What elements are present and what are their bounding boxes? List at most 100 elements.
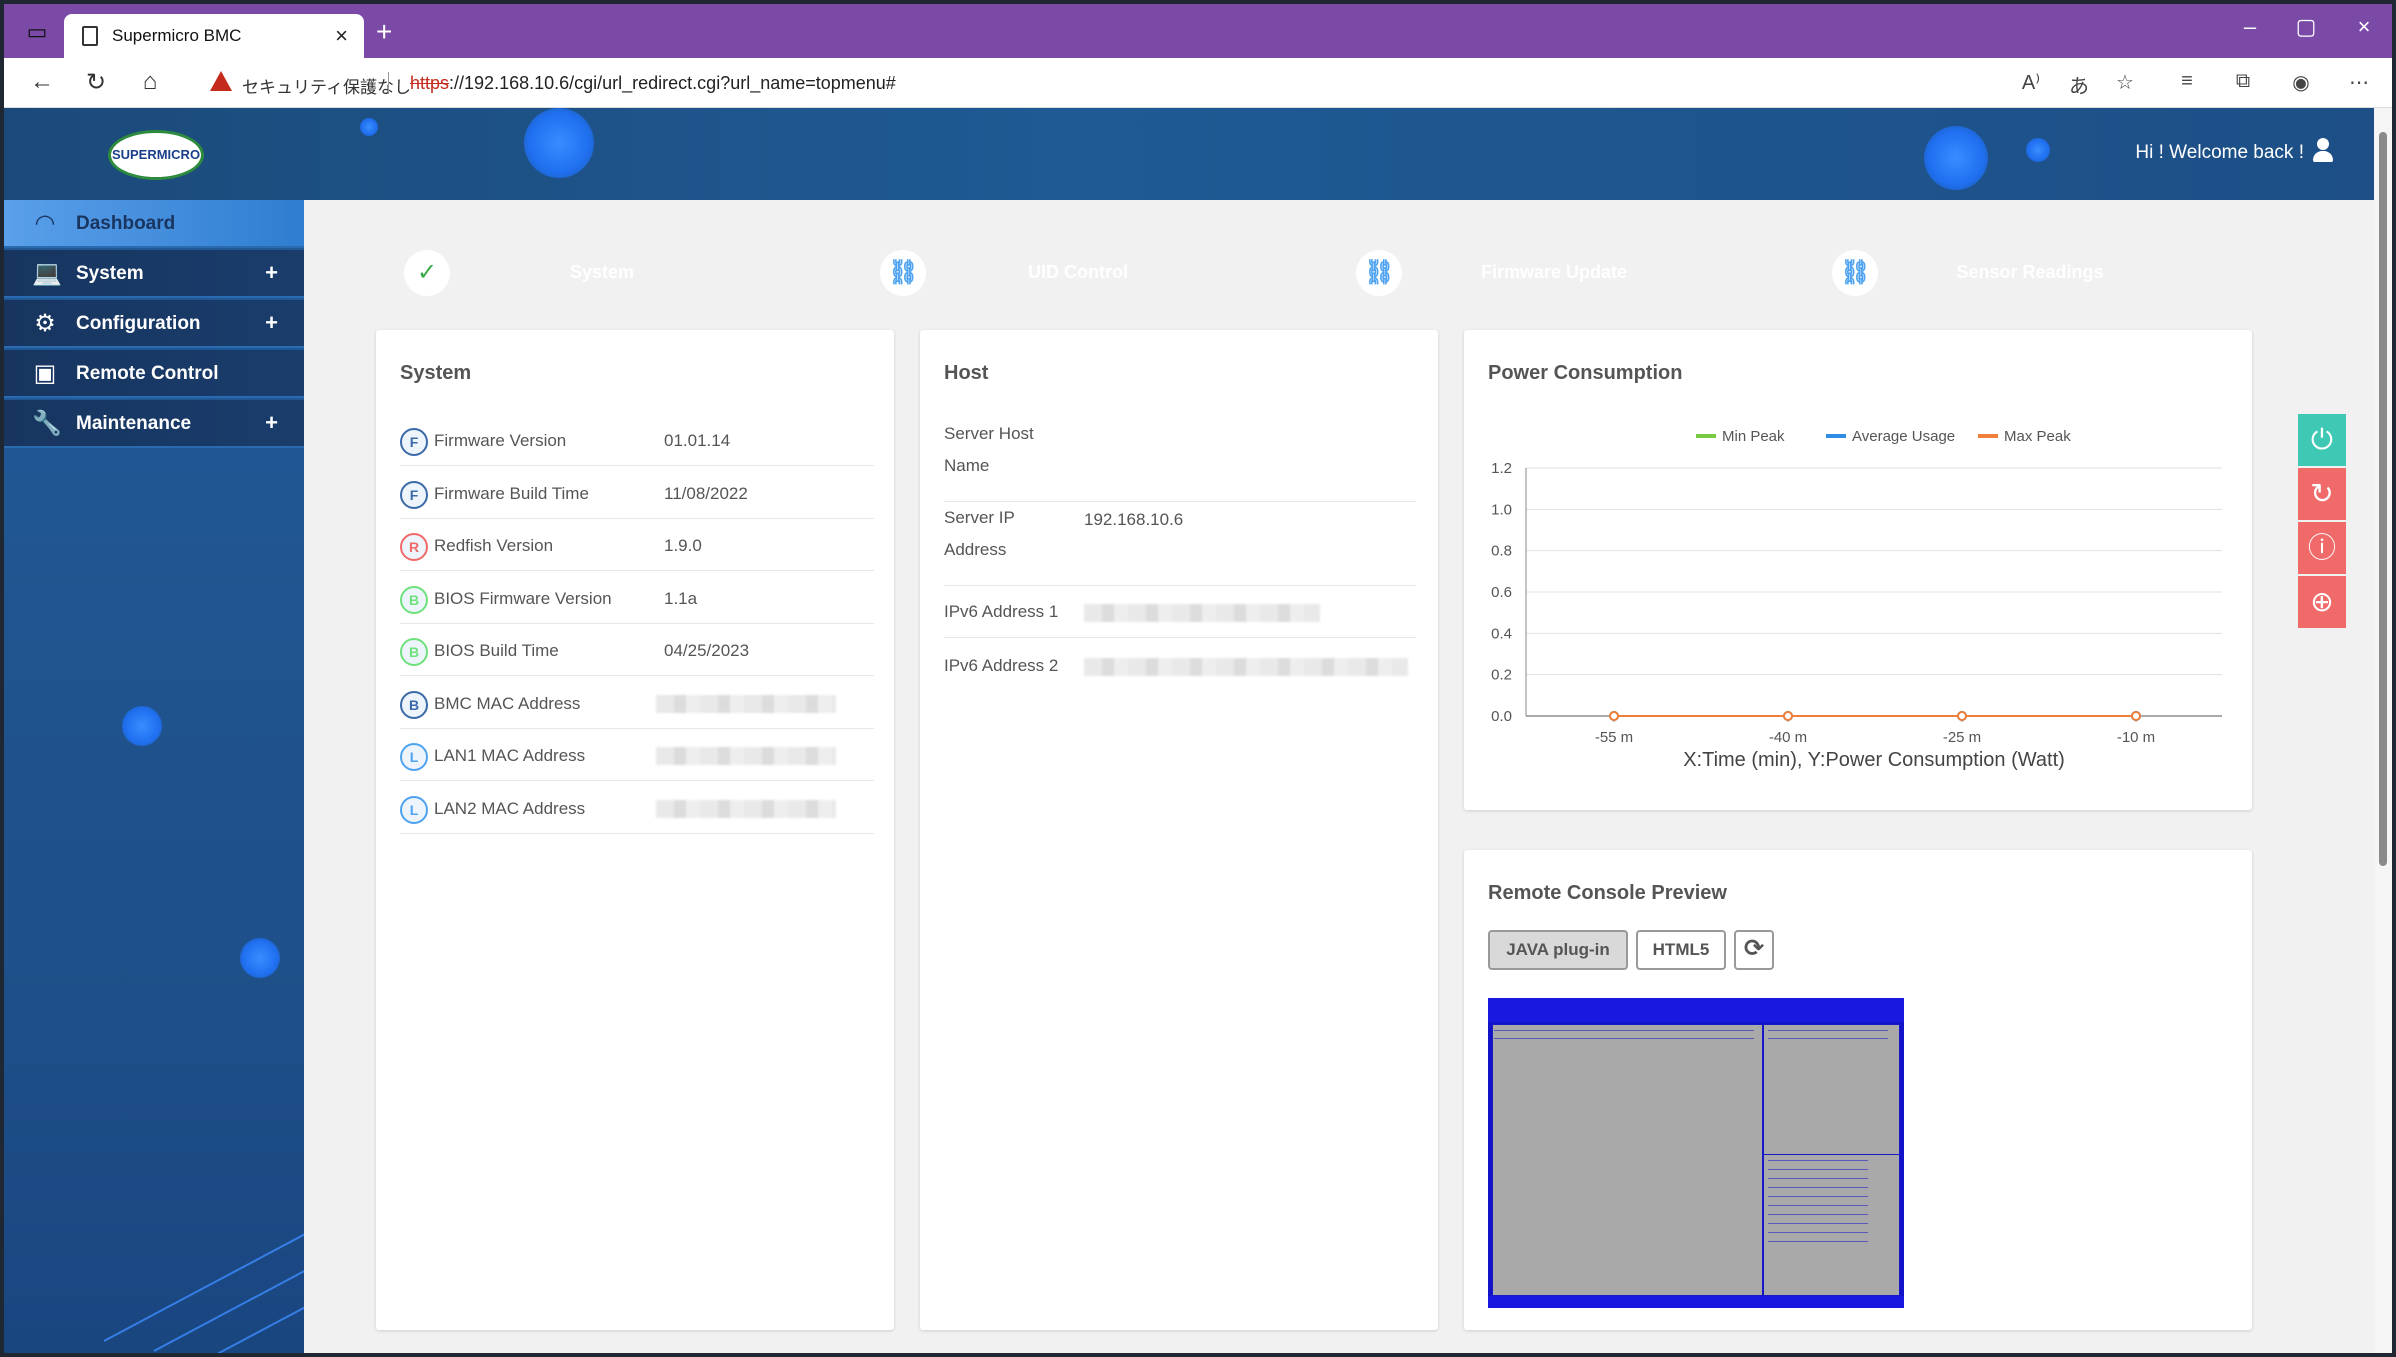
card-title: Host <box>944 362 989 384</box>
tab-actions-icon[interactable]: ▭ <box>20 18 54 46</box>
quick-uid-control-button[interactable]: ⛓ UID Control <box>852 238 1304 306</box>
info-icon[interactable]: ⓘ <box>2298 522 2346 574</box>
browser-window: ▭ Supermicro BMC × + – ▢ × ← ↻ ⌂ セキュリティ保… <box>4 4 2392 1353</box>
security-warning[interactable]: セキュリティ保護なし <box>242 73 411 98</box>
info-badge-icon: B <box>400 638 428 666</box>
refresh-preview-icon[interactable]: ⟳ <box>1734 930 1774 970</box>
reload-icon[interactable]: ↻ <box>78 68 114 97</box>
translate-icon[interactable]: あ <box>2062 70 2096 99</box>
warning-icon <box>210 71 232 91</box>
maximize-icon[interactable]: ▢ <box>2286 14 2326 40</box>
url-separator <box>388 72 389 94</box>
host-row: IPv6 Address 1 <box>944 586 1416 638</box>
preview-divider <box>1762 1024 1764 1296</box>
console-preview-image[interactable] <box>1488 998 1904 1308</box>
system-info-row: F Firmware Build Time 11/08/2022 <box>400 467 874 519</box>
more-icon[interactable]: ⋯ <box>2342 70 2376 95</box>
quick-button-label: UID Control <box>1028 262 1128 282</box>
host-info-card: Host Server Host Name Server IP Address 19… <box>920 330 1438 1330</box>
quick-sensor-readings-button[interactable]: ⛓ Sensor Readings <box>1804 238 2256 306</box>
sidebar: ◠ Dashboard 💻 System + ⚙ Configuration +… <box>4 200 364 1353</box>
quick-firmware-update-button[interactable]: ⛓ Firmware Update <box>1328 238 1780 306</box>
system-info-label: Firmware Version <box>434 431 567 450</box>
close-tab-icon[interactable]: × <box>335 23 348 49</box>
decor-bubble <box>240 938 280 978</box>
y-tick-label: 0.0 <box>1491 708 1512 725</box>
power-icon[interactable]: ⏻ <box>2298 414 2346 466</box>
favorite-add-icon[interactable]: ☆ <box>2108 70 2142 95</box>
globe-icon[interactable]: ⊕ <box>2298 576 2346 628</box>
host-row-label: Server IP Address <box>944 508 1015 559</box>
back-icon[interactable]: ← <box>24 68 60 96</box>
legend-label: Average Usage <box>1852 428 1955 445</box>
decor-bubble <box>1924 126 1988 190</box>
data-point <box>1609 711 1619 721</box>
host-row: IPv6 Address 2 <box>944 640 1416 692</box>
y-tick-label: 0.8 <box>1491 543 1512 560</box>
user-icon[interactable] <box>2312 138 2334 164</box>
expand-icon[interactable]: + <box>265 310 278 336</box>
scrollbar-thumb[interactable] <box>2379 132 2387 866</box>
console-icon: ▣ <box>33 360 57 387</box>
system-info-label: BMC MAC Address <box>434 693 581 713</box>
url-field[interactable]: セキュリティ保護なし https://192.168.10.6/cgi/url_… <box>190 64 1990 102</box>
data-point <box>2131 711 2141 721</box>
data-point <box>1783 711 1793 721</box>
quick-button-label: System <box>569 262 635 282</box>
home-icon[interactable]: ⌂ <box>132 68 168 96</box>
power-consumption-chart: 0.0 0.2 0.4 0.6 0.8 1.0 1.2 -55 m -40 m -25 m -10 … <box>1491 428 2222 771</box>
sidebar-item-system[interactable]: 💻 System + <box>4 250 304 298</box>
decor-bubble <box>524 108 594 178</box>
page-header: SUPERMICRO Hi ! Welcome back ! <box>4 108 2374 200</box>
url-text[interactable]: https://192.168.10.6/cgi/url_redirect.cg… <box>410 73 896 94</box>
redacted-value <box>656 694 836 713</box>
sidebar-item-label: Dashboard <box>76 213 176 234</box>
laptop-icon: 💻 <box>32 260 62 287</box>
sidebar-item-label: Configuration <box>76 313 201 334</box>
system-info-label: LAN2 MAC Address <box>434 798 586 818</box>
y-tick-label: 1.0 <box>1491 501 1512 518</box>
host-row-label: IPv6 Address 1 <box>944 602 1059 621</box>
address-bar: ← ↻ ⌂ セキュリティ保護なし https://192.168.10.6/cg… <box>4 58 2392 108</box>
sidebar-item-configuration[interactable]: ⚙ Configuration + <box>4 300 304 348</box>
profile-icon[interactable]: ◉ <box>2284 70 2318 95</box>
wrench-icon: 🔧 <box>32 410 62 437</box>
supermicro-logo[interactable]: SUPERMICRO <box>108 130 204 180</box>
data-point <box>1957 711 1967 721</box>
browser-tab[interactable]: Supermicro BMC × <box>64 14 364 58</box>
refresh-icon[interactable]: ↻ <box>2298 468 2346 520</box>
url-path: ://192.168.10.6/cgi/url_redirect.cgi?url… <box>449 73 896 93</box>
read-aloud-icon[interactable]: A⁾ <box>2014 70 2048 95</box>
x-tick-label: -55 m <box>1595 729 1633 746</box>
sidebar-item-maintenance[interactable]: 🔧 Maintenance + <box>4 400 304 448</box>
sidebar-item-dashboard[interactable]: ◠ Dashboard <box>4 200 304 248</box>
sidebar-item-remote-control[interactable]: ▣ Remote Control <box>4 350 304 398</box>
collections-icon[interactable]: ⧉ <box>2226 70 2260 93</box>
sidebar-item-label: System <box>76 263 144 284</box>
window-close-icon[interactable]: × <box>2344 14 2384 40</box>
quick-system-button[interactable]: ✓ System <box>376 238 828 306</box>
host-row-label: Server Host Name <box>944 424 1034 475</box>
info-badge-icon: F <box>400 480 428 509</box>
expand-icon[interactable]: + <box>265 260 278 286</box>
java-plugin-button[interactable]: JAVA plug-in <box>1488 930 1628 970</box>
chart-caption: X:Time (min), Y:Power Consumption (Watt) <box>1683 749 2065 771</box>
dashboard-main: ✓ System ⛓ UID Control ⛓ Firmware Update… <box>304 200 2374 1353</box>
preview-bios-text <box>1768 1030 1888 1046</box>
decor-bubble <box>360 118 378 136</box>
info-badge-icon: L <box>400 795 428 824</box>
minimize-icon[interactable]: – <box>2230 14 2270 40</box>
decor-bubble <box>2026 138 2050 162</box>
new-tab-icon[interactable]: + <box>376 16 392 48</box>
info-badge-icon: B <box>400 585 428 614</box>
url-scheme: https <box>410 73 450 93</box>
favorites-icon[interactable]: ≡ <box>2170 70 2204 93</box>
html5-button[interactable]: HTML5 <box>1636 930 1726 970</box>
page-scrollbar[interactable] <box>2374 108 2392 1353</box>
y-tick-label: 0.2 <box>1491 667 1512 684</box>
page-icon <box>82 26 98 46</box>
host-row: Server IP Address 192.168.10.6 <box>944 502 1416 586</box>
system-info-label: BIOS Firmware Version <box>434 588 612 608</box>
expand-icon[interactable]: + <box>265 410 278 436</box>
system-info-row: L LAN2 MAC Address <box>400 782 874 834</box>
